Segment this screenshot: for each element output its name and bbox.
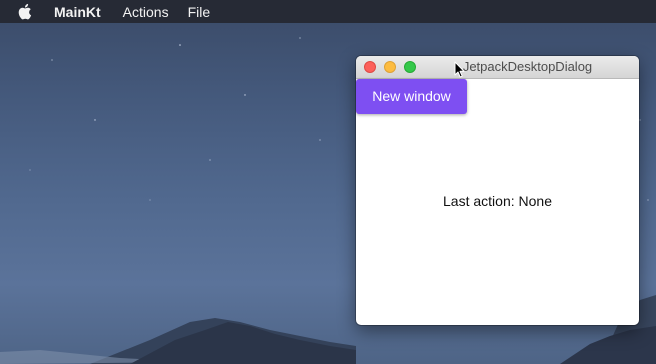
last-action-label: Last action: None <box>443 193 552 209</box>
new-window-button[interactable]: New window <box>356 79 467 114</box>
close-button[interactable] <box>364 61 376 73</box>
window-content: New window Last action: None <box>356 79 639 325</box>
menu-item-file[interactable]: File <box>188 4 211 20</box>
window-title-bar[interactable]: JetpackDesktopDialog <box>356 56 639 79</box>
dialog-window: JetpackDesktopDialog New window Last act… <box>356 56 639 325</box>
window-controls <box>364 61 424 73</box>
desktop: MainKt Actions File JetpackDesktopDialog… <box>0 0 656 364</box>
apple-logo-icon[interactable] <box>18 3 34 20</box>
menu-item-actions[interactable]: Actions <box>123 4 169 20</box>
arrow-pointer-icon <box>454 61 465 78</box>
menu-app-name[interactable]: MainKt <box>54 4 101 20</box>
menu-bar: MainKt Actions File <box>0 0 656 23</box>
zoom-button[interactable] <box>404 61 416 73</box>
minimize-button[interactable] <box>384 61 396 73</box>
